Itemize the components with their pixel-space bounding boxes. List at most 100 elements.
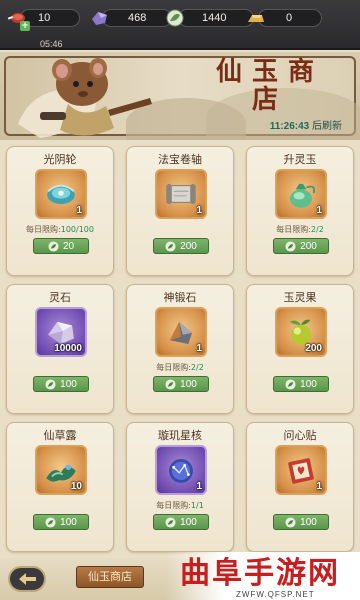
item-name: 升灵玉 bbox=[283, 153, 317, 166]
daily-limit-label: 每日限购: bbox=[26, 225, 61, 234]
daily-limit: 每日限购:1/1 bbox=[127, 500, 233, 511]
stamina-timer: 05:46 bbox=[40, 39, 63, 49]
shop-item-card[interactable]: 璇玑星核 1 每日限购:1/1 100 bbox=[126, 422, 234, 552]
buy-button[interactable]: 100 bbox=[153, 514, 209, 530]
daily-limit-value: 2/2 bbox=[310, 225, 324, 234]
shop-item-card[interactable]: 问心贴 1 100 bbox=[246, 422, 354, 552]
item-quantity: 1 bbox=[196, 205, 202, 216]
shop-title: 仙玉商店 bbox=[215, 57, 324, 115]
crystal-value: 468 bbox=[128, 12, 147, 24]
item-quantity: 1 bbox=[196, 481, 202, 492]
jade-leaf-icon bbox=[45, 378, 56, 390]
watermark-url: ZWFW.QFSP.NET bbox=[236, 590, 315, 599]
buy-button[interactable]: 100 bbox=[33, 376, 89, 392]
item-name: 玉灵果 bbox=[283, 291, 317, 304]
price-value: 100 bbox=[180, 378, 197, 390]
item-name: 神锻石 bbox=[163, 291, 197, 304]
gold-resource[interactable]: 0 bbox=[244, 6, 324, 30]
leaf-resource[interactable]: 1440 bbox=[164, 6, 256, 30]
jade-leaf-icon bbox=[285, 516, 296, 528]
item-slot[interactable]: 1 bbox=[155, 307, 207, 357]
item-quantity: 1 bbox=[316, 205, 322, 216]
item-quantity: 1 bbox=[196, 343, 202, 354]
shop-banner: 仙玉商店 11:26:43 后刷新 bbox=[0, 52, 360, 140]
buy-button[interactable]: 100 bbox=[153, 376, 209, 392]
jade-leaf-icon bbox=[285, 378, 296, 390]
price-value: 100 bbox=[60, 378, 77, 390]
refresh-timer: 11:26:43 后刷新 bbox=[270, 117, 342, 132]
jade-leaf-icon bbox=[45, 516, 56, 528]
buy-button[interactable]: 200 bbox=[153, 238, 209, 254]
daily-limit-value: 1/1 bbox=[190, 501, 204, 510]
jade-leaf-icon bbox=[285, 240, 296, 252]
item-slot[interactable]: 1 bbox=[155, 169, 207, 219]
item-name: 灵石 bbox=[49, 291, 71, 304]
gold-bar-icon bbox=[248, 15, 264, 22]
shop-item-card[interactable]: 升灵玉 1 每日限购:2/2 200 bbox=[246, 146, 354, 276]
item-quantity: 10000 bbox=[54, 343, 82, 354]
item-quantity: 10 bbox=[70, 481, 82, 492]
jade-leaf-icon bbox=[165, 378, 176, 390]
item-slot[interactable]: 200 bbox=[275, 307, 327, 357]
item-slot[interactable]: 1 bbox=[275, 169, 327, 219]
shop-item-card[interactable]: 灵石 10000 100 bbox=[6, 284, 114, 414]
daily-limit: 每日限购:100/100 bbox=[7, 224, 113, 235]
jade-leaf-icon bbox=[165, 516, 176, 528]
crystal-resource[interactable]: 468 bbox=[88, 6, 174, 30]
daily-limit-value: 100/100 bbox=[60, 225, 94, 234]
buy-button[interactable]: 20 bbox=[33, 238, 89, 254]
price-value: 100 bbox=[300, 378, 317, 390]
buy-button[interactable]: 200 bbox=[273, 238, 329, 254]
shop-item-card[interactable]: 玉灵果 200 100 bbox=[246, 284, 354, 414]
watermark-title: 曲阜手游网 bbox=[180, 556, 340, 591]
price-value: 100 bbox=[300, 516, 317, 528]
leaf-value: 1440 bbox=[202, 12, 227, 24]
price-value: 200 bbox=[180, 240, 197, 252]
jade-leaf-icon bbox=[165, 240, 176, 252]
daily-limit-label: 每日限购: bbox=[276, 225, 311, 234]
buy-button[interactable]: 100 bbox=[273, 514, 329, 530]
back-arrow-icon bbox=[19, 573, 36, 585]
shopkeeper-rat-illustration bbox=[18, 58, 152, 138]
price-value: 100 bbox=[180, 516, 197, 528]
item-slot[interactable]: 1 bbox=[35, 169, 87, 219]
jade-leaf-icon bbox=[166, 9, 184, 27]
daily-limit-label: 每日限购: bbox=[156, 363, 191, 372]
item-name: 问心贴 bbox=[283, 429, 317, 442]
add-stamina-button[interactable]: + bbox=[20, 21, 30, 31]
resource-bar: 10 + 05:46 468 1440 0 bbox=[0, 0, 360, 50]
item-slot[interactable]: 1 bbox=[155, 445, 207, 495]
stamina-value: 10 bbox=[38, 12, 51, 24]
daily-limit-label: 每日限购: bbox=[156, 501, 191, 510]
gold-value: 0 bbox=[286, 12, 293, 24]
tab-jade-shop[interactable]: 仙玉商店 bbox=[76, 566, 144, 588]
item-name: 光阴轮 bbox=[43, 153, 77, 166]
daily-limit-value: 2/2 bbox=[190, 363, 204, 372]
back-button[interactable] bbox=[8, 566, 46, 592]
price-value: 20 bbox=[62, 240, 75, 252]
shop-item-card[interactable]: 神锻石 1 每日限购:2/2 100 bbox=[126, 284, 234, 414]
price-value: 200 bbox=[300, 240, 317, 252]
shop-item-card[interactable]: 仙草露 10 100 bbox=[6, 422, 114, 552]
item-name: 法宝卷轴 bbox=[158, 153, 202, 166]
shop-item-card[interactable]: 光阴轮 1 每日限购:100/100 20 bbox=[6, 146, 114, 276]
refresh-time: 11:26:43 bbox=[269, 121, 310, 132]
item-slot[interactable]: 1 bbox=[275, 445, 327, 495]
item-name: 仙草露 bbox=[43, 429, 77, 442]
purple-crystal-icon bbox=[92, 12, 107, 25]
item-quantity: 1 bbox=[76, 205, 82, 216]
item-slot[interactable]: 10 bbox=[35, 445, 87, 495]
daily-limit: 每日限购:2/2 bbox=[127, 362, 233, 373]
jade-leaf-icon bbox=[48, 240, 59, 252]
buy-button[interactable]: 100 bbox=[33, 514, 89, 530]
daily-limit: 每日限购:2/2 bbox=[247, 224, 353, 235]
item-slot[interactable]: 10000 bbox=[35, 307, 87, 357]
buy-button[interactable]: 100 bbox=[273, 376, 329, 392]
price-value: 100 bbox=[60, 516, 77, 528]
shop-item-card[interactable]: 法宝卷轴 1 200 bbox=[126, 146, 234, 276]
stamina-resource[interactable]: 10 + bbox=[6, 6, 80, 31]
refresh-suffix: 后刷新 bbox=[312, 121, 342, 132]
item-name: 璇玑星核 bbox=[158, 429, 202, 442]
item-quantity: 1 bbox=[316, 481, 322, 492]
item-quantity: 200 bbox=[305, 343, 322, 354]
